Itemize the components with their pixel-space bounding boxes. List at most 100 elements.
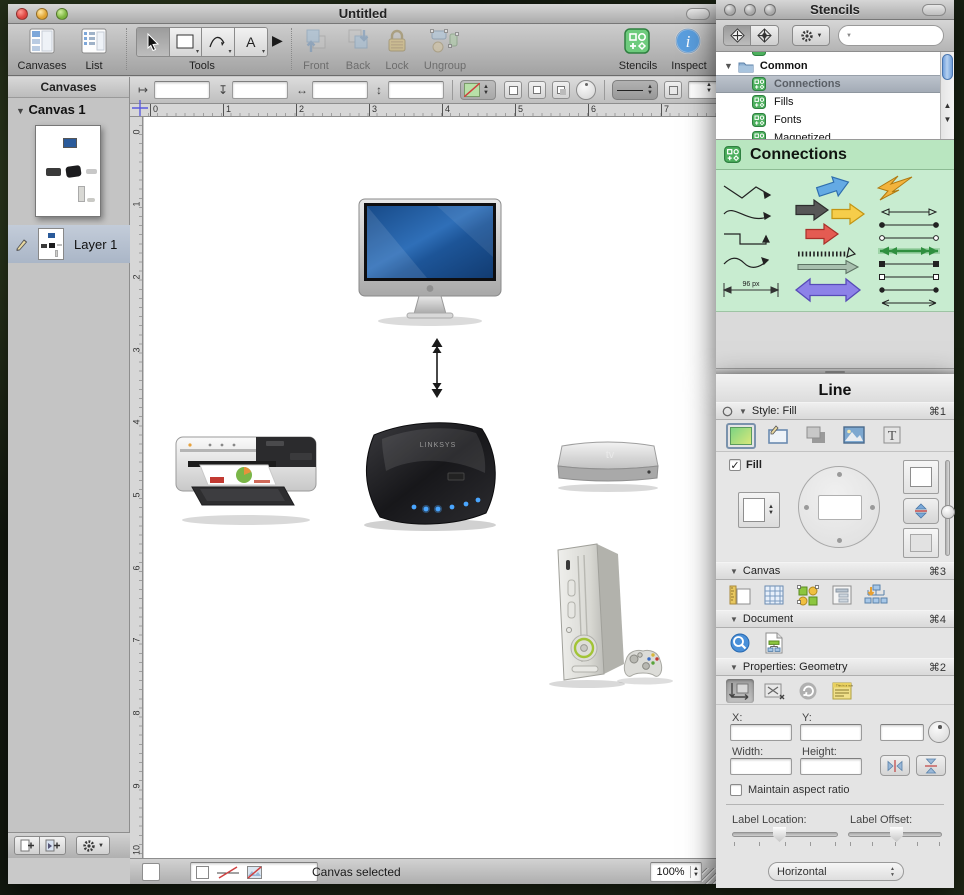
- drawing-canvas[interactable]: LINKSYS tv: [144, 117, 718, 858]
- document-disclosure-icon[interactable]: ▼: [730, 615, 738, 624]
- stencils-button[interactable]: Stencils: [614, 28, 662, 72]
- maintain-aspect-checkbox[interactable]: [730, 784, 742, 796]
- geometry-rotate-tab[interactable]: [794, 679, 822, 703]
- apple-tv-image[interactable]: tv: [552, 436, 664, 494]
- stroke-style-tab[interactable]: [764, 423, 792, 447]
- fill-style-tab[interactable]: [726, 423, 756, 449]
- document-magnify-tab[interactable]: [726, 631, 754, 655]
- stencil-action-button[interactable]: ▼: [792, 25, 830, 46]
- fill-opacity-slider[interactable]: [945, 460, 950, 556]
- lock-button[interactable]: Lock: [380, 28, 414, 72]
- geometry-y-field[interactable]: [800, 724, 862, 741]
- line-tool-button[interactable]: ▾: [202, 28, 235, 56]
- no-image-chip[interactable]: [247, 866, 262, 879]
- vertical-ruler[interactable]: 0 1 2 3 4 5 6 7 8 9 10: [130, 117, 143, 858]
- label-location-thumb[interactable]: [773, 827, 786, 842]
- label-offset-slider[interactable]: [848, 832, 942, 837]
- height-field[interactable]: [388, 81, 444, 99]
- orientation-select[interactable]: Horizontal ▲▼: [768, 862, 904, 881]
- shadow-preset-button-1[interactable]: [504, 81, 522, 99]
- document-data-tab[interactable]: [760, 631, 788, 655]
- new-layer-button[interactable]: [40, 836, 66, 855]
- shadow-preset-button-3[interactable]: [552, 81, 570, 99]
- fill-color-primary-swatch[interactable]: [903, 460, 939, 494]
- style-disclosure-icon[interactable]: ▼: [739, 407, 747, 416]
- label-location-slider[interactable]: [732, 832, 838, 837]
- fill-direction-dial[interactable]: [798, 466, 880, 548]
- canvas-section-header[interactable]: ▼ Canvas ⌘3: [716, 562, 954, 580]
- tools-expand-button[interactable]: ▶: [272, 32, 283, 49]
- stencils-lozenge[interactable]: [922, 4, 946, 16]
- font-style-tab[interactable]: T: [878, 423, 906, 447]
- canvas-thumbnail[interactable]: [35, 125, 101, 217]
- canvas-disclosure-icon[interactable]: ▼: [730, 567, 738, 576]
- document-section-header[interactable]: ▼ Document ⌘4: [716, 610, 954, 628]
- shadow-style-tab[interactable]: [802, 423, 830, 447]
- xbox-image[interactable]: [542, 542, 678, 692]
- scroll-up-arrow[interactable]: ▲: [941, 101, 954, 110]
- geometry-disclosure-icon[interactable]: ▼: [730, 663, 738, 672]
- main-titlebar[interactable]: Untitled: [8, 4, 718, 24]
- tree-item-connections[interactable]: Connections: [716, 75, 954, 93]
- geometry-x-field[interactable]: [730, 724, 792, 741]
- no-stroke-chip[interactable]: [217, 866, 239, 879]
- canvas-outline-tab[interactable]: [828, 583, 856, 607]
- disclosure-triangle-icon[interactable]: ▼: [16, 106, 25, 116]
- fill-style-chip[interactable]: [196, 866, 209, 879]
- style-section-header[interactable]: ▼ Style: Fill ⌘1: [716, 402, 954, 420]
- front-button[interactable]: Front: [296, 28, 336, 72]
- fill-color-secondary-swatch[interactable]: [903, 528, 939, 558]
- ruler-origin-crosshair-icon[interactable]: [132, 100, 148, 116]
- sidebar-item-canvas1[interactable]: ▼ Canvas 1: [8, 98, 129, 117]
- flip-horizontal-button[interactable]: [880, 755, 910, 776]
- geometry-rotation-dial[interactable]: [928, 721, 950, 743]
- canvas-layout-tab[interactable]: [862, 583, 890, 607]
- x-position-field[interactable]: [154, 81, 210, 99]
- zoom-stepper[interactable]: ▲▼: [690, 866, 701, 878]
- dial-center-swatch[interactable]: [818, 495, 862, 520]
- geometry-note-tab[interactable]: This is a note: [828, 679, 856, 703]
- split-view-button[interactable]: [751, 26, 778, 45]
- tree-scrollbar[interactable]: ▲ ▼: [940, 52, 954, 140]
- geometry-height-field[interactable]: [800, 758, 862, 775]
- geometry-section-header[interactable]: ▼ Properties: Geometry ⌘2: [716, 658, 954, 676]
- canvas-fill-swatch[interactable]: [142, 863, 160, 881]
- tree-item-fonts[interactable]: Fonts: [716, 111, 940, 129]
- text-tool-button[interactable]: A ▾: [235, 28, 267, 56]
- label-offset-thumb[interactable]: [890, 827, 903, 842]
- fill-color-swap-button[interactable]: [903, 498, 939, 524]
- fill-color-well[interactable]: ▲▼: [738, 492, 780, 528]
- fill-style-button[interactable]: ▲▼: [460, 80, 496, 100]
- inspector-titlebar[interactable]: Line: [716, 374, 954, 402]
- line-style-button[interactable]: ▲▼: [612, 80, 658, 100]
- format-right-stepper[interactable]: ▲▼: [706, 82, 712, 94]
- folder-disclosure-icon[interactable]: ▼: [724, 61, 733, 71]
- scroll-down-arrow[interactable]: ▼: [941, 115, 954, 124]
- layer-row[interactable]: Layer 1: [8, 225, 130, 263]
- horizontal-ruler[interactable]: 0 1 2 3 4 5 6 7: [130, 104, 718, 117]
- tree-item-fills[interactable]: Fills: [716, 93, 940, 111]
- geometry-position-tab[interactable]: [726, 679, 754, 703]
- printer-image[interactable]: [170, 423, 322, 527]
- tree-item-magnetized[interactable]: Magnetized: [716, 129, 940, 140]
- ungroup-button[interactable]: Ungroup: [416, 28, 474, 72]
- geometry-rotation-field[interactable]: [880, 724, 924, 741]
- selection-tool-button[interactable]: [137, 28, 170, 56]
- width-field[interactable]: [312, 81, 368, 99]
- shadow-preset-button-2[interactable]: [528, 81, 546, 99]
- zoom-control[interactable]: 100% ▲▼: [650, 862, 702, 882]
- geometry-width-field[interactable]: [730, 758, 792, 775]
- canvases-button[interactable]: Canvases: [14, 28, 70, 72]
- stencils-titlebar[interactable]: Stencils: [716, 0, 954, 20]
- fill-checkbox[interactable]: ✓: [729, 459, 741, 471]
- canvas-grid-tab[interactable]: [760, 583, 788, 607]
- router-image[interactable]: LINKSYS: [352, 417, 508, 533]
- new-canvas-button[interactable]: [14, 836, 40, 855]
- stencil-search-input[interactable]: [852, 28, 964, 43]
- sidebar-action-menu-button[interactable]: ▼: [76, 836, 110, 855]
- tree-scroll-thumb[interactable]: [942, 54, 953, 80]
- connector-double-arrow[interactable]: [428, 338, 446, 398]
- single-view-button[interactable]: [724, 26, 751, 45]
- canvas-alignment-tab[interactable]: [794, 583, 822, 607]
- shape-tool-button[interactable]: ▾: [170, 28, 203, 56]
